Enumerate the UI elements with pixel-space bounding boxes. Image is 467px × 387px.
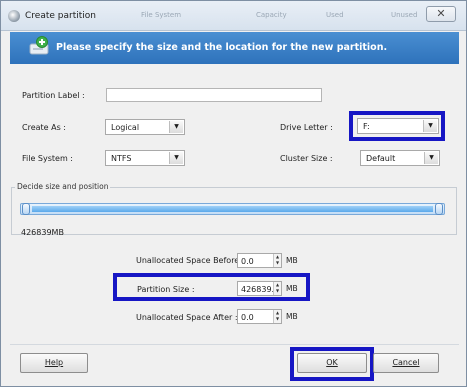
file-system-label: File System : (22, 154, 73, 163)
space-after-unit: MB (286, 312, 298, 321)
chevron-down-icon: ▼ (169, 152, 183, 164)
ok-button-highlight (290, 347, 374, 381)
background-column-capacity: Capacity (256, 11, 287, 19)
size-position-title: Decide size and position (15, 182, 111, 191)
help-button-label: Help (44, 358, 64, 367)
spinner-arrows-icon[interactable]: ▲ ▼ (273, 310, 281, 323)
cluster-size-value: Default (366, 154, 396, 163)
space-before-label: Unallocated Space Before : (136, 256, 245, 265)
app-icon (8, 10, 20, 22)
space-after-value: 0.0 (241, 313, 254, 322)
space-before-input[interactable]: 0.0 ▲ ▼ (237, 253, 282, 268)
background-column-used: Used (326, 11, 344, 19)
cancel-button-label: Cancel (392, 358, 420, 367)
banner-text: Please specify the size and the location… (56, 42, 388, 53)
partition-start-handle[interactable] (22, 203, 30, 215)
cancel-button[interactable]: Cancel (373, 353, 439, 373)
partition-bar-fill (32, 206, 433, 212)
background-column-file-system: File System (141, 11, 182, 19)
drive-letter-highlight (349, 111, 445, 141)
space-before-unit: MB (286, 256, 298, 265)
space-before-value: 0.0 (241, 257, 254, 266)
partition-size-highlight (113, 273, 310, 301)
spinner-arrows-icon[interactable]: ▲ ▼ (273, 254, 281, 267)
chevron-down-icon: ▼ (169, 121, 183, 133)
header-banner: Please specify the size and the location… (10, 32, 459, 64)
disk-add-icon (29, 36, 49, 55)
create-as-select[interactable]: Logical ▼ (105, 119, 185, 135)
chevron-down-icon: ▼ (424, 152, 438, 164)
close-button[interactable]: ✕ (426, 6, 456, 22)
partition-size-readout: 426839MB (21, 228, 64, 237)
cluster-size-select[interactable]: Default ▼ (360, 150, 440, 166)
partition-label-label: Partition Label : (22, 91, 85, 100)
title-bar: Create partition File System Capacity Us… (1, 1, 466, 31)
file-system-select[interactable]: NTFS ▼ (105, 150, 185, 166)
file-system-value: NTFS (111, 154, 132, 163)
partition-label-input[interactable] (106, 88, 322, 102)
create-as-label: Create As : (22, 123, 67, 132)
footer-separator (10, 344, 459, 345)
space-after-input[interactable]: 0.0 ▲ ▼ (237, 309, 282, 324)
help-button[interactable]: Help (20, 353, 88, 373)
background-column-unused: Unused (391, 11, 418, 19)
window-title: Create partition (25, 11, 96, 21)
create-as-value: Logical (111, 123, 140, 132)
drive-letter-label: Drive Letter : (280, 123, 333, 132)
partition-end-handle[interactable] (435, 203, 443, 215)
cluster-size-label: Cluster Size : (280, 154, 333, 163)
create-partition-dialog: Create partition File System Capacity Us… (0, 0, 467, 387)
space-after-label: Unallocated Space After : (136, 313, 238, 322)
